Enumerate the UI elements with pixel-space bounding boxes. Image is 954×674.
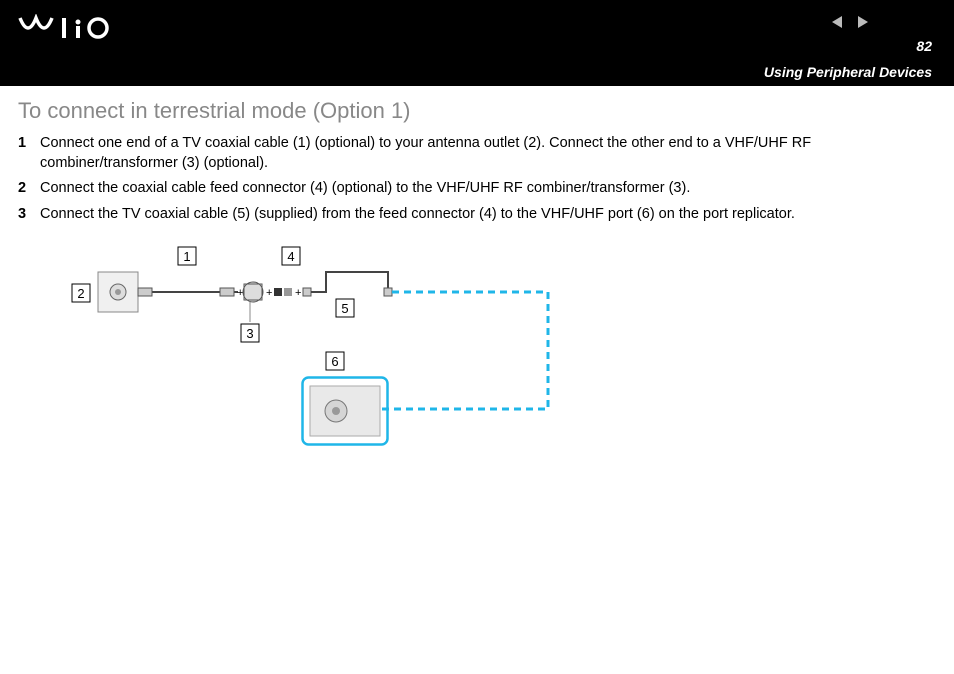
step-item: 3 Connect the TV coaxial cable (5) (supp… [18,205,936,225]
svg-text:+: + [266,287,272,299]
step-number: 1 [18,134,40,173]
connection-diagram: 1 2 3 4 5 6 + [58,244,936,469]
nav-arrows [826,14,874,35]
diagram-label-2: 2 [77,286,84,301]
page-content: To connect in terrestrial mode (Option 1… [0,86,954,469]
step-item: 1 Connect one end of a TV coaxial cable … [18,134,936,173]
step-item: 2 Connect the coaxial cable feed connect… [18,179,936,199]
prev-page-icon[interactable] [828,14,846,30]
svg-text:+: + [295,287,301,299]
step-text: Connect the coaxial cable feed connector… [40,179,936,199]
step-number: 3 [18,205,40,225]
diagram-label-4: 4 [287,249,294,264]
page-header: 82 Using Peripheral Devices [0,0,954,86]
page-number: 82 [916,38,932,54]
diagram-label-5: 5 [341,301,348,316]
content-title: To connect in terrestrial mode (Option 1… [18,98,936,124]
diagram-label-1: 1 [183,249,190,264]
svg-text:+: + [237,287,243,299]
step-number: 2 [18,179,40,199]
steps-list: 1 Connect one end of a TV coaxial cable … [18,134,936,224]
step-text: Connect one end of a TV coaxial cable (1… [40,134,936,173]
next-page-icon[interactable] [854,14,872,30]
diagram-label-3: 3 [246,326,253,341]
vaio-logo [18,14,128,47]
step-text: Connect the TV coaxial cable (5) (suppli… [40,205,936,225]
diagram-label-6: 6 [331,354,338,369]
section-title: Using Peripheral Devices [764,64,932,80]
